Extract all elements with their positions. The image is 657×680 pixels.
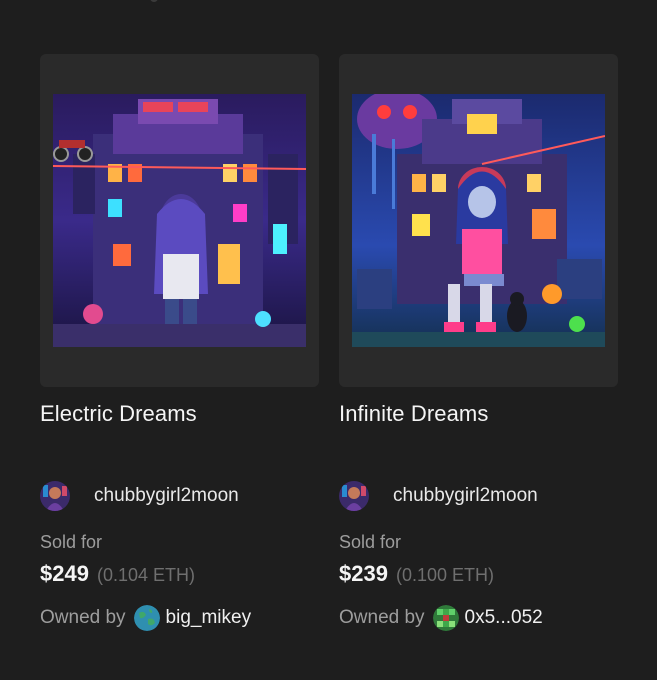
price-usd: $249 (40, 561, 89, 586)
price-eth: (0.100 ETH) (395, 565, 494, 585)
sold-for-label: Sold for (339, 532, 402, 552)
owned-by-label: Owned by (339, 607, 425, 628)
nft-artwork-image[interactable] (53, 94, 306, 347)
nft-card[interactable]: Electric Dreams chubbygirl2moon Sold for… (40, 54, 319, 654)
creator-link[interactable]: chubbygirl2moon (339, 481, 538, 511)
nft-card[interactable]: Infinite Dreams chubbygirl2moon Sold for… (339, 54, 618, 654)
price-row: $249 (0.104 ETH) (40, 561, 195, 587)
creator-avatar-icon (40, 481, 70, 511)
creator-link[interactable]: chubbygirl2moon (40, 481, 239, 511)
owner-row: Owned by big_mikey (40, 604, 251, 632)
partial-top-element (150, 0, 158, 2)
price-eth: (0.104 ETH) (96, 565, 195, 585)
price-row: $239 (0.100 ETH) (339, 561, 494, 587)
owner-row: Owned by 0x5...052 (339, 604, 543, 632)
nft-artwork-image[interactable] (352, 94, 605, 347)
owned-by-label: Owned by (40, 607, 126, 628)
nft-media-frame[interactable] (40, 54, 319, 387)
earth-globe-avatar-icon[interactable] (133, 605, 160, 631)
creator-name: chubbygirl2moon (94, 485, 239, 506)
pixel-green-avatar-icon[interactable] (432, 605, 459, 631)
owner-name-link[interactable]: 0x5...052 (465, 607, 543, 629)
nft-media-frame[interactable] (339, 54, 618, 387)
infinite-dreams-artwork (352, 94, 605, 347)
nft-card-grid: Electric Dreams chubbygirl2moon Sold for… (40, 54, 620, 674)
owner-name-link[interactable]: big_mikey (166, 607, 252, 629)
electric-dreams-artwork (53, 94, 306, 347)
price-usd: $239 (339, 561, 388, 586)
nft-title[interactable]: Infinite Dreams (339, 401, 488, 427)
sold-for-label: Sold for (40, 532, 103, 552)
nft-title[interactable]: Electric Dreams (40, 401, 197, 427)
creator-name: chubbygirl2moon (393, 485, 538, 506)
creator-avatar-icon (339, 481, 369, 511)
